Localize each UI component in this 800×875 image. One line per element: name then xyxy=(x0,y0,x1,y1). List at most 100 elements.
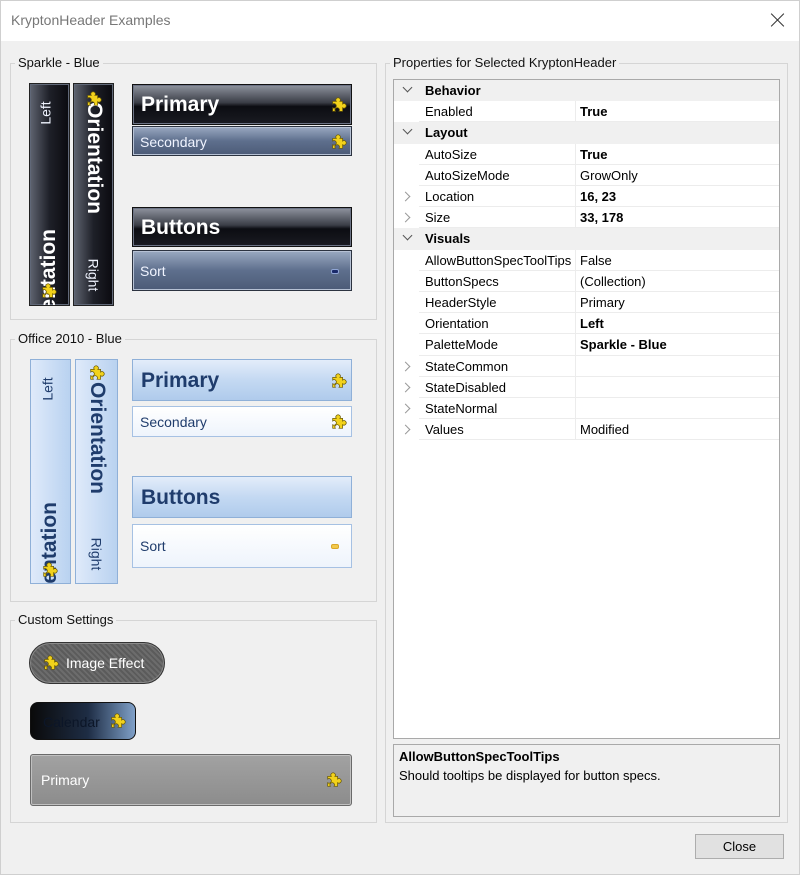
puzzle-icon xyxy=(109,712,127,730)
close-button[interactable]: Close xyxy=(695,834,784,859)
chevron-right-icon[interactable] xyxy=(400,212,411,223)
property-category[interactable]: Layout xyxy=(394,122,779,144)
property-value[interactable]: 16, 23 xyxy=(580,189,616,204)
column-divider xyxy=(575,249,576,271)
window: KryptonHeader Examples Sparkle - Blue Or… xyxy=(0,0,800,875)
puzzle-icon[interactable] xyxy=(330,372,348,390)
header-text: Primary xyxy=(41,772,90,788)
office-vertical-header-left[interactable]: Orientation Left xyxy=(30,359,71,584)
custom-primary-header[interactable]: Primary xyxy=(30,754,352,806)
property-name: StateCommon xyxy=(425,358,509,374)
sparkle-primary-header[interactable]: Primary xyxy=(132,84,352,125)
property-row[interactable]: PaletteMode Sparkle - Blue xyxy=(394,334,779,356)
column-divider xyxy=(575,270,576,292)
office-vertical-header-right[interactable]: Orientation Right xyxy=(75,359,118,584)
chevron-down-icon[interactable] xyxy=(402,124,413,135)
property-value[interactable]: True xyxy=(580,104,607,119)
property-row[interactable]: StateCommon xyxy=(394,355,779,377)
column-divider xyxy=(575,143,576,165)
property-value[interactable]: Left xyxy=(580,316,604,331)
window-title: KryptonHeader Examples xyxy=(11,12,171,28)
column-divider xyxy=(575,313,576,335)
puzzle-icon[interactable] xyxy=(85,90,103,108)
button-label: Calendar xyxy=(43,714,100,730)
puzzle-icon[interactable] xyxy=(330,96,348,114)
column-divider xyxy=(575,207,576,229)
property-name: Location xyxy=(425,189,475,204)
property-row[interactable]: StateDisabled xyxy=(394,376,779,398)
property-row[interactable]: Location 16, 23 xyxy=(394,186,779,208)
description-title: AllowButtonSpecToolTips xyxy=(399,749,560,764)
puzzle-icon[interactable] xyxy=(40,282,58,300)
category-name: Visuals xyxy=(425,231,471,247)
chevron-right-icon[interactable] xyxy=(400,191,411,202)
puzzle-icon[interactable] xyxy=(330,413,348,431)
property-description: AllowButtonSpecToolTips Should tooltips … xyxy=(393,744,780,817)
puzzle-icon[interactable] xyxy=(41,561,59,579)
office-secondary-header[interactable]: Secondary xyxy=(132,406,352,437)
property-value[interactable]: Modified xyxy=(580,422,629,437)
sparkle-secondary-header[interactable]: Secondary xyxy=(132,126,352,156)
property-row[interactable]: AutoSizeMode GrowOnly xyxy=(394,164,779,186)
close-icon[interactable] xyxy=(769,11,787,29)
button-label: Image Effect xyxy=(66,655,145,671)
puzzle-icon[interactable] xyxy=(325,771,343,789)
header-secondary-text: Right xyxy=(85,258,102,292)
property-grid[interactable]: Behavior Enabled True Layout AutoSize True Aut… xyxy=(393,79,780,739)
property-row[interactable]: HeaderStyle Primary xyxy=(394,292,779,314)
header-primary-text: Orientation xyxy=(83,102,106,215)
chevron-right-icon[interactable] xyxy=(400,403,411,414)
header-text: Primary xyxy=(141,369,220,392)
chevron-down-icon[interactable] xyxy=(402,82,413,93)
property-value[interactable]: Sparkle - Blue xyxy=(580,337,667,352)
sparkle-buttons-header[interactable]: Buttons xyxy=(132,207,352,247)
header-text: Buttons xyxy=(141,216,221,239)
property-row[interactable]: Values Modified xyxy=(394,419,779,441)
property-value[interactable]: True xyxy=(580,147,607,162)
image-effect-button[interactable]: Image Effect xyxy=(29,642,165,684)
property-name: Enabled xyxy=(425,104,473,120)
category-name: Layout xyxy=(425,125,468,141)
header-text: Sort xyxy=(140,263,166,279)
property-row[interactable]: StateNormal xyxy=(394,398,779,420)
property-row[interactable]: AllowButtonSpecToolTips False xyxy=(394,249,779,271)
property-value[interactable]: (Collection) xyxy=(580,274,646,289)
property-value[interactable]: False xyxy=(580,253,612,268)
column-divider xyxy=(575,419,576,441)
property-name: ButtonSpecs xyxy=(425,273,499,289)
sparkle-sort-header[interactable]: Sort xyxy=(132,250,352,291)
puzzle-icon[interactable] xyxy=(330,133,348,151)
property-row[interactable]: Size 33, 178 xyxy=(394,207,779,229)
property-row[interactable]: ButtonSpecs (Collection) xyxy=(394,270,779,292)
header-text: Buttons xyxy=(141,486,221,509)
property-name: HeaderStyle xyxy=(425,295,497,310)
puzzle-icon[interactable] xyxy=(88,364,106,382)
office-sort-header[interactable]: Sort xyxy=(132,524,352,568)
chevron-right-icon[interactable] xyxy=(400,424,411,435)
property-value[interactable]: GrowOnly xyxy=(580,168,638,183)
property-value[interactable]: 33, 178 xyxy=(580,210,623,225)
office-buttons-header[interactable]: Buttons xyxy=(132,476,352,518)
property-name: StateDisabled xyxy=(425,379,506,395)
property-name: StateNormal xyxy=(425,401,498,416)
property-row[interactable]: AutoSize True xyxy=(394,143,779,165)
chevron-right-icon[interactable] xyxy=(400,382,411,393)
chevron-down-icon[interactable] xyxy=(402,230,413,241)
header-primary-text: Orientation xyxy=(86,382,109,495)
sort-button[interactable] xyxy=(331,269,339,274)
property-category[interactable]: Visuals xyxy=(394,228,779,250)
sort-button[interactable] xyxy=(331,544,339,549)
sparkle-vertical-header-right[interactable]: Orientation Right xyxy=(73,83,114,306)
chevron-right-icon[interactable] xyxy=(400,361,411,372)
column-divider xyxy=(575,186,576,208)
property-row[interactable]: Orientation Left xyxy=(394,313,779,335)
sparkle-vertical-header-left[interactable]: Orientation Left xyxy=(29,83,70,306)
property-row[interactable]: Enabled True xyxy=(394,101,779,123)
header-text: Secondary xyxy=(140,134,207,150)
office-primary-header[interactable]: Primary xyxy=(132,359,352,401)
calendar-button[interactable]: Calendar xyxy=(30,702,136,740)
property-category[interactable]: Behavior xyxy=(394,80,779,102)
property-name: Values xyxy=(425,422,464,438)
puzzle-icon xyxy=(42,654,60,672)
property-value[interactable]: Primary xyxy=(580,295,625,310)
